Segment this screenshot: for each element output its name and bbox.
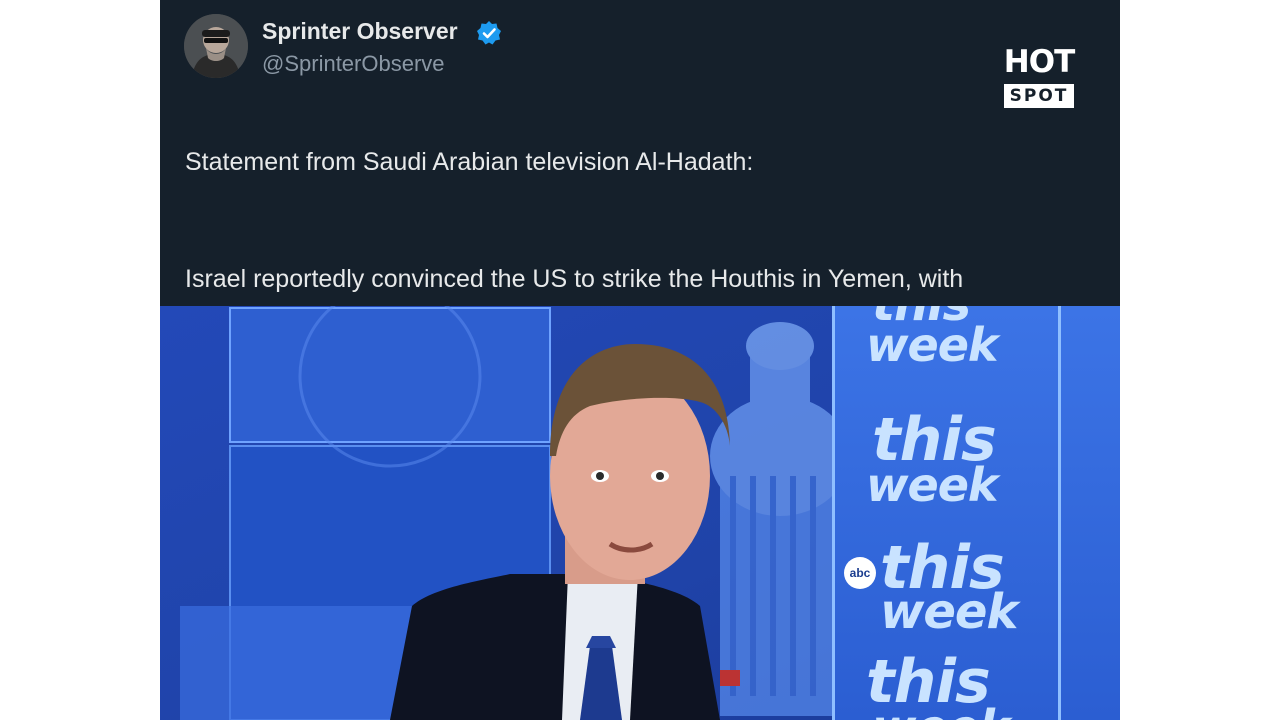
- tweet-text-line-1: Statement from Saudi Arabian television …: [185, 148, 754, 176]
- verified-badge-icon: [477, 21, 501, 45]
- show-wordmark: week: [866, 458, 998, 512]
- show-wordmark: week: [880, 584, 1018, 640]
- avatar[interactable]: [184, 14, 248, 78]
- tweet-card: Sprinter Observer @SprinterObserve HOT S…: [160, 0, 1120, 371]
- hotspot-logo-top: HOT: [1003, 44, 1075, 80]
- hotspot-logo: HOT SPOT: [1002, 44, 1076, 112]
- post-frame: Sprinter Observer @SprinterObserve HOT S…: [160, 0, 1120, 720]
- show-wordmark: week: [872, 704, 1010, 720]
- show-wordmark: week: [866, 318, 998, 372]
- author-name[interactable]: Sprinter Observer: [262, 18, 458, 45]
- abc-logo-icon: abc: [844, 557, 876, 589]
- video-frame[interactable]: this week this week abc this week this w…: [160, 306, 1120, 720]
- author-handle[interactable]: @SprinterObserve: [262, 51, 445, 77]
